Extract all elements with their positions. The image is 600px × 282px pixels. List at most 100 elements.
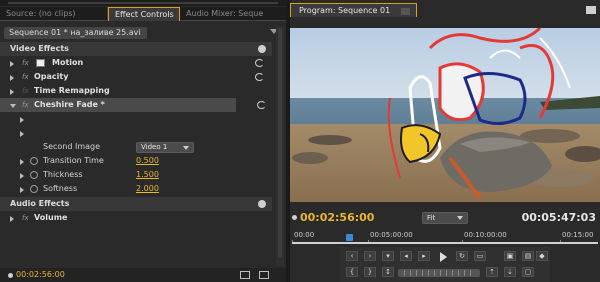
- settings-icon[interactable]: ◆: [536, 251, 548, 261]
- param-row-second-image: Second Image Video 1: [0, 140, 272, 154]
- param-value-transition-time[interactable]: 0.500: [136, 154, 159, 168]
- mark-clip-icon[interactable]: ↕: [382, 267, 394, 277]
- expand-triangle-icon[interactable]: [10, 89, 14, 95]
- stopwatch-icon[interactable]: [30, 157, 38, 165]
- collapse-triangle-icon[interactable]: [10, 104, 16, 108]
- tab-source[interactable]: Source: (no clips): [0, 7, 108, 21]
- chevron-down-icon: [457, 216, 463, 220]
- expand-triangle-icon[interactable]: [20, 187, 24, 193]
- extract-icon[interactable]: ⇣: [504, 267, 516, 277]
- motion-transform-icon[interactable]: [36, 59, 45, 67]
- expand-triangle-icon[interactable]: [10, 216, 14, 222]
- expand-triangle-icon[interactable]: [20, 131, 24, 137]
- mark-in-icon[interactable]: {: [346, 267, 358, 277]
- step-back-icon[interactable]: ◂: [400, 251, 412, 261]
- zoom-value: Fit: [427, 214, 436, 222]
- vertical-scrollbar[interactable]: [276, 26, 284, 266]
- param-value-thickness[interactable]: 1.500: [136, 168, 159, 182]
- play-icon[interactable]: [440, 252, 447, 262]
- ruler-line: [292, 242, 598, 244]
- effect-controls-footer: 00:02:56:00: [0, 268, 286, 282]
- chevron-down-icon: [183, 146, 189, 150]
- mark-out-icon[interactable]: }: [364, 267, 376, 277]
- effect-name-volume: Volume: [34, 213, 68, 222]
- timecode-dot-icon: [292, 215, 297, 220]
- section-menu-icon[interactable]: [258, 45, 266, 53]
- zoom-select[interactable]: Fit: [422, 212, 468, 224]
- param-row-thickness: Thickness 1.500: [0, 168, 272, 182]
- second-image-select[interactable]: Video 1: [136, 142, 194, 153]
- export-icon[interactable]: [259, 271, 269, 279]
- jog-shuttle-slider[interactable]: [398, 269, 480, 277]
- effect-row-time-remapping[interactable]: fx Time Remapping: [0, 84, 272, 98]
- sequence-clip-header: Sequence 01 * на_заливе 25.avi: [0, 26, 286, 40]
- tab-program[interactable]: Program: Sequence 01: [290, 3, 418, 17]
- add-marker-icon[interactable]: ▾: [382, 251, 394, 261]
- lift-icon[interactable]: ⇡: [486, 267, 498, 277]
- fx-toggle-icon[interactable]: fx: [22, 211, 29, 225]
- empty-param-row: [0, 112, 272, 126]
- stopwatch-icon[interactable]: [30, 171, 38, 179]
- expand-triangle-icon[interactable]: [20, 117, 24, 123]
- panel-top-strip: [0, 0, 286, 6]
- tab-effect-controls[interactable]: Effect Controls: [108, 7, 180, 21]
- fx-toggle-icon: fx: [22, 87, 29, 95]
- loop-icon[interactable]: ↻: [456, 251, 468, 261]
- panel-tab-bar: Source: (no clips) Effect Controls Audio…: [0, 7, 286, 21]
- go-to-in-icon[interactable]: ‹: [346, 251, 358, 261]
- timecode-dot-icon: [8, 273, 13, 278]
- expand-triangle-icon[interactable]: [10, 75, 14, 81]
- param-value-softness[interactable]: 2.000: [136, 182, 159, 196]
- video-effects-label: Video Effects: [10, 44, 69, 53]
- effect-row-opacity[interactable]: fx Opacity: [0, 70, 272, 84]
- time-ruler[interactable]: 00:00 00:05:00:00 00:10:00:00 00:15:00: [292, 228, 598, 246]
- effect-controls-panel: Source: (no clips) Effect Controls Audio…: [0, 0, 286, 282]
- duration-timecode: 00:05:47:03: [521, 211, 596, 224]
- second-image-label: Second Image: [43, 142, 101, 151]
- param-row-transition-time: Transition Time 0.500: [0, 154, 272, 168]
- fx-toggle-icon[interactable]: fx: [22, 98, 29, 112]
- param-name: Transition Time: [43, 156, 104, 165]
- audio-scrub-icon[interactable]: [240, 271, 250, 279]
- program-video-frame[interactable]: [290, 28, 600, 202]
- current-timecode[interactable]: 00:02:56:00: [300, 211, 374, 224]
- fx-toggle-icon[interactable]: fx: [22, 56, 29, 70]
- tab-audio-mixer[interactable]: Audio Mixer: Seque: [180, 7, 286, 21]
- stopwatch-icon[interactable]: [30, 185, 38, 193]
- transport-controls: ‹ › ▾ ◂ ▸ ↻ ▭ ▣ ▤ ◆ { } ↕ ⇡ ⇣ ▢: [340, 247, 550, 282]
- expand-triangle-icon[interactable]: [10, 61, 14, 67]
- monitor-timecode-row: 00:02:56:00 Fit 00:05:47:03: [290, 210, 600, 224]
- sequence-clip-chip[interactable]: Sequence 01 * на_заливе 25.avi: [4, 27, 147, 39]
- go-to-out-icon[interactable]: ›: [364, 251, 376, 261]
- expand-triangle-icon[interactable]: [20, 173, 24, 179]
- param-row-softness: Softness 2.000: [0, 182, 272, 196]
- ruler-label: 00:15:00: [562, 231, 594, 239]
- param-name: Softness: [43, 184, 78, 193]
- section-menu-icon[interactable]: [258, 200, 266, 208]
- fx-toggle-icon[interactable]: fx: [22, 70, 29, 84]
- panel-menu-icon[interactable]: [586, 6, 596, 14]
- audio-effects-header: Audio Effects: [0, 197, 272, 211]
- audio-effects-label: Audio Effects: [10, 199, 70, 208]
- effect-name-cheshire-fade: Cheshire Fade *: [34, 100, 105, 109]
- program-monitor-panel: Program: Sequence 01 00:02:56:00 Fit 00:…: [290, 0, 600, 282]
- expand-triangle-icon[interactable]: [20, 159, 24, 165]
- reset-icon[interactable]: [257, 101, 266, 109]
- safe-margins-icon[interactable]: ▭: [474, 251, 486, 261]
- video-frame-image: [290, 28, 600, 202]
- trim-monitor-icon[interactable]: ▤: [522, 251, 534, 261]
- chevron-down-icon[interactable]: [401, 8, 411, 15]
- step-forward-icon[interactable]: ▸: [418, 251, 430, 261]
- reset-icon[interactable]: [255, 59, 264, 67]
- empty-param-row: [0, 126, 272, 140]
- param-name: Thickness: [43, 170, 83, 179]
- export-frame-icon[interactable]: ▢: [522, 267, 534, 277]
- effect-row-volume[interactable]: fx Volume: [0, 211, 272, 225]
- ruler-label: 00:05:00:00: [370, 231, 413, 239]
- reset-icon[interactable]: [255, 73, 264, 81]
- effect-row-motion[interactable]: fx Motion: [0, 56, 272, 70]
- playhead-icon[interactable]: [346, 234, 353, 241]
- effect-controls-timecode[interactable]: 00:02:56:00: [16, 270, 65, 279]
- effect-row-cheshire-fade[interactable]: fx Cheshire Fade *: [0, 98, 236, 112]
- output-icon[interactable]: ▣: [504, 251, 516, 261]
